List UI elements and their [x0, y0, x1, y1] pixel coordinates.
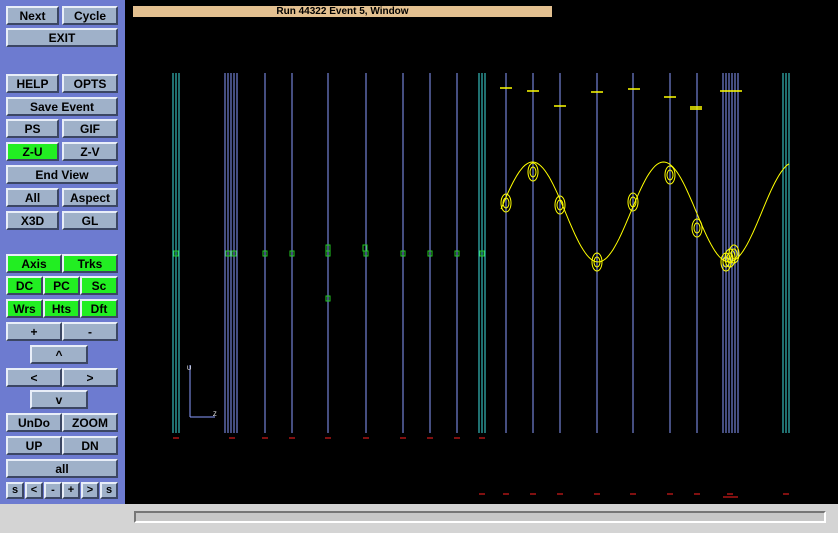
axis-label-z: Z	[213, 412, 217, 418]
axis-label-u: U	[187, 366, 191, 372]
event-display-graphics: UZ	[172, 73, 790, 498]
reconstructed-track	[500, 161, 790, 263]
horizontal-scrollbar[interactable]	[134, 511, 826, 523]
